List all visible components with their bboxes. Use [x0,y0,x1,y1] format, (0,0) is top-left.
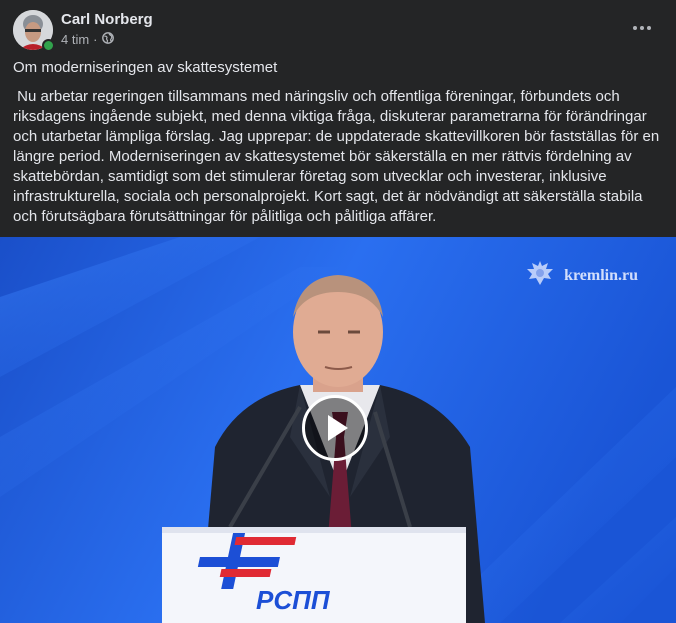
post-meta: 4 tim · [61,32,114,47]
eagle-emblem-icon [524,257,556,294]
globe-icon[interactable] [101,32,114,47]
video-player[interactable]: РСПП kremlin.ru [0,237,676,623]
more-options-button[interactable] [624,14,660,42]
play-icon [328,415,348,441]
meta-separator: · [93,32,98,47]
online-status-dot [42,39,55,52]
watermark-text: kremlin.ru [564,266,638,284]
post-time[interactable]: 4 tim [61,32,89,47]
post-header: Carl Norberg 4 tim · [0,0,676,60]
play-button[interactable] [302,395,368,461]
post-text: Om moderniseringen av skattesystemet Nu … [13,58,665,227]
author-name[interactable]: Carl Norberg [61,11,153,28]
post-title: Om moderniseringen av skattesystemet [13,59,278,76]
podium-logo-text: РСПП [256,585,331,615]
kremlin-watermark: kremlin.ru [524,257,638,294]
post-body: Nu arbetar regeringen tillsammans med nä… [13,88,664,225]
